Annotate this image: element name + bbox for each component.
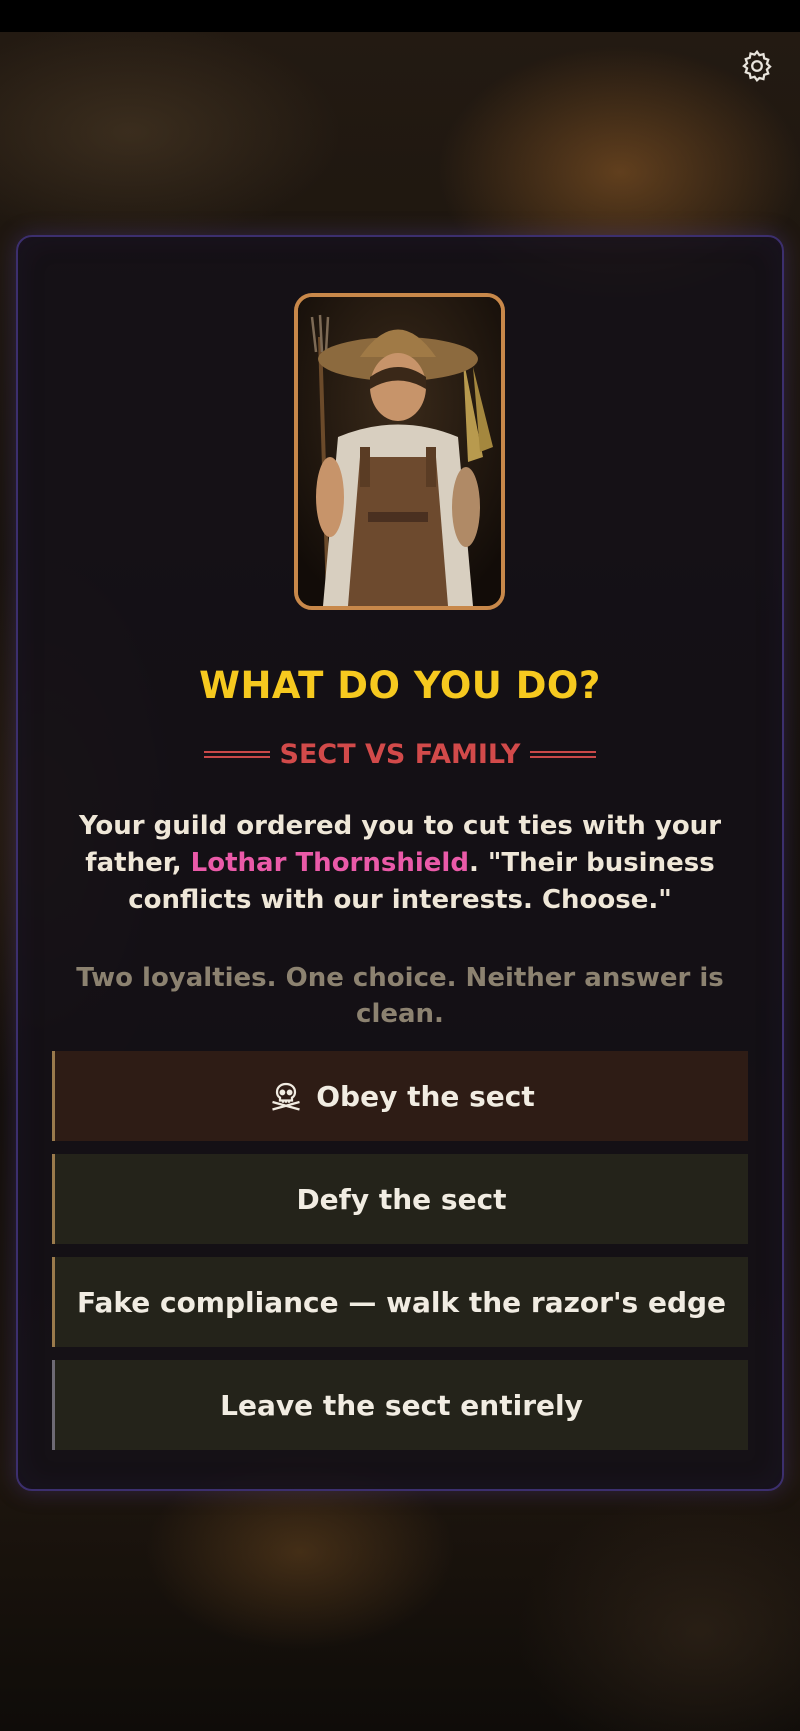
story-text: Your guild ordered you to cut ties with … xyxy=(70,808,730,919)
choice-fake-compliance[interactable]: Fake compliance — walk the razor's edge xyxy=(52,1257,748,1347)
event-subtitle-row: SECT VS FAMILY xyxy=(0,734,800,774)
choice-label: Leave the sect entirely xyxy=(220,1388,583,1422)
settings-button[interactable] xyxy=(737,48,777,88)
status-bar xyxy=(0,0,800,32)
choice-obey-sect[interactable]: Obey the sect xyxy=(52,1051,748,1141)
choice-label: Fake compliance — walk the razor's edge xyxy=(76,1285,727,1319)
event-subtitle: SECT VS FAMILY xyxy=(279,738,521,770)
npc-name: Lothar Thornshield xyxy=(190,848,469,878)
choice-label: Obey the sect xyxy=(316,1079,535,1113)
skull-crossbones-icon xyxy=(268,1078,304,1114)
gear-icon xyxy=(739,48,775,88)
choice-leave-sect[interactable]: Leave the sect entirely xyxy=(52,1360,748,1450)
event-title: WHAT DO YOU DO? xyxy=(199,664,601,707)
choice-defy-sect[interactable]: Defy the sect xyxy=(52,1154,748,1244)
flavor-text: Two loyalties. One choice. Neither answe… xyxy=(76,963,724,1029)
choice-label: Defy the sect xyxy=(296,1182,507,1216)
subtitle-divider-right xyxy=(530,750,597,758)
subtitle-divider-left xyxy=(203,750,270,758)
character-portrait xyxy=(294,293,505,610)
